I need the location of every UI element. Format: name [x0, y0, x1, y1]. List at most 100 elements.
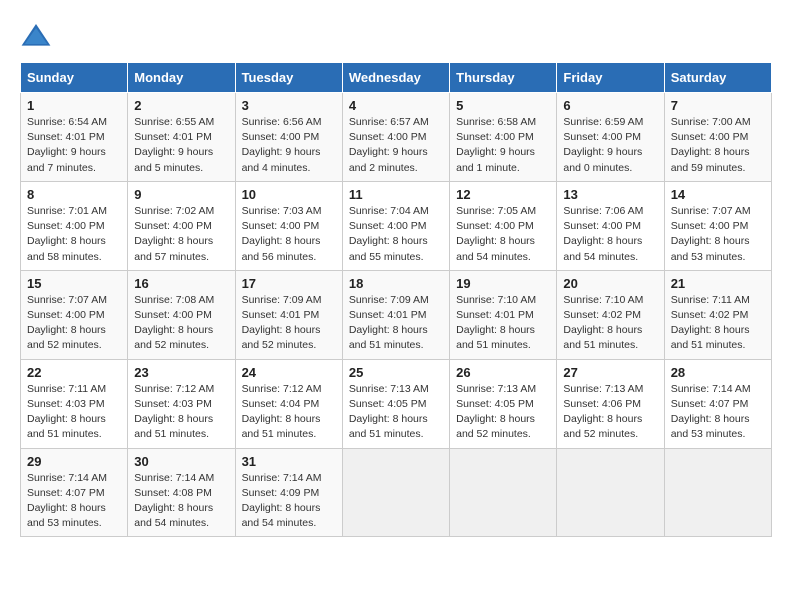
calendar-day-cell: 17 Sunrise: 7:09 AMSunset: 4:01 PMDaylig…	[235, 270, 342, 359]
calendar-day-cell: 24 Sunrise: 7:12 AMSunset: 4:04 PMDaylig…	[235, 359, 342, 448]
day-info: Sunrise: 7:14 AMSunset: 4:09 PMDaylight:…	[242, 471, 336, 532]
day-info: Sunrise: 6:59 AMSunset: 4:00 PMDaylight:…	[563, 115, 657, 176]
weekday-header: Thursday	[450, 63, 557, 93]
day-number: 14	[671, 187, 765, 202]
day-number: 6	[563, 98, 657, 113]
day-number: 11	[349, 187, 443, 202]
day-number: 26	[456, 365, 550, 380]
day-number: 21	[671, 276, 765, 291]
day-info: Sunrise: 7:06 AMSunset: 4:00 PMDaylight:…	[563, 204, 657, 265]
day-info: Sunrise: 7:13 AMSunset: 4:05 PMDaylight:…	[456, 382, 550, 443]
calendar-week-row: 22 Sunrise: 7:11 AMSunset: 4:03 PMDaylig…	[21, 359, 772, 448]
day-info: Sunrise: 7:11 AMSunset: 4:02 PMDaylight:…	[671, 293, 765, 354]
day-info: Sunrise: 7:04 AMSunset: 4:00 PMDaylight:…	[349, 204, 443, 265]
day-number: 24	[242, 365, 336, 380]
day-number: 28	[671, 365, 765, 380]
calendar-day-cell: 22 Sunrise: 7:11 AMSunset: 4:03 PMDaylig…	[21, 359, 128, 448]
calendar-week-row: 1 Sunrise: 6:54 AMSunset: 4:01 PMDayligh…	[21, 93, 772, 182]
calendar-day-cell: 25 Sunrise: 7:13 AMSunset: 4:05 PMDaylig…	[342, 359, 449, 448]
day-number: 13	[563, 187, 657, 202]
day-number: 27	[563, 365, 657, 380]
day-info: Sunrise: 7:11 AMSunset: 4:03 PMDaylight:…	[27, 382, 121, 443]
day-info: Sunrise: 7:14 AMSunset: 4:07 PMDaylight:…	[27, 471, 121, 532]
day-number: 31	[242, 454, 336, 469]
day-number: 25	[349, 365, 443, 380]
day-info: Sunrise: 7:07 AMSunset: 4:00 PMDaylight:…	[671, 204, 765, 265]
weekday-header: Monday	[128, 63, 235, 93]
day-number: 4	[349, 98, 443, 113]
day-info: Sunrise: 6:54 AMSunset: 4:01 PMDaylight:…	[27, 115, 121, 176]
day-info: Sunrise: 7:12 AMSunset: 4:04 PMDaylight:…	[242, 382, 336, 443]
calendar-day-cell: 20 Sunrise: 7:10 AMSunset: 4:02 PMDaylig…	[557, 270, 664, 359]
calendar-day-cell	[557, 448, 664, 537]
calendar-header-row: SundayMondayTuesdayWednesdayThursdayFrid…	[21, 63, 772, 93]
day-number: 8	[27, 187, 121, 202]
calendar-day-cell: 10 Sunrise: 7:03 AMSunset: 4:00 PMDaylig…	[235, 181, 342, 270]
calendar-day-cell: 19 Sunrise: 7:10 AMSunset: 4:01 PMDaylig…	[450, 270, 557, 359]
calendar-day-cell: 15 Sunrise: 7:07 AMSunset: 4:00 PMDaylig…	[21, 270, 128, 359]
day-info: Sunrise: 7:08 AMSunset: 4:00 PMDaylight:…	[134, 293, 228, 354]
calendar-day-cell: 11 Sunrise: 7:04 AMSunset: 4:00 PMDaylig…	[342, 181, 449, 270]
calendar-day-cell: 12 Sunrise: 7:05 AMSunset: 4:00 PMDaylig…	[450, 181, 557, 270]
day-info: Sunrise: 7:13 AMSunset: 4:05 PMDaylight:…	[349, 382, 443, 443]
day-info: Sunrise: 7:12 AMSunset: 4:03 PMDaylight:…	[134, 382, 228, 443]
calendar-day-cell: 13 Sunrise: 7:06 AMSunset: 4:00 PMDaylig…	[557, 181, 664, 270]
calendar-day-cell: 29 Sunrise: 7:14 AMSunset: 4:07 PMDaylig…	[21, 448, 128, 537]
weekday-header: Sunday	[21, 63, 128, 93]
day-info: Sunrise: 7:03 AMSunset: 4:00 PMDaylight:…	[242, 204, 336, 265]
calendar-day-cell: 18 Sunrise: 7:09 AMSunset: 4:01 PMDaylig…	[342, 270, 449, 359]
day-info: Sunrise: 7:14 AMSunset: 4:07 PMDaylight:…	[671, 382, 765, 443]
day-number: 15	[27, 276, 121, 291]
day-info: Sunrise: 6:55 AMSunset: 4:01 PMDaylight:…	[134, 115, 228, 176]
day-number: 30	[134, 454, 228, 469]
day-number: 12	[456, 187, 550, 202]
day-info: Sunrise: 6:57 AMSunset: 4:00 PMDaylight:…	[349, 115, 443, 176]
weekday-header: Saturday	[664, 63, 771, 93]
day-info: Sunrise: 7:09 AMSunset: 4:01 PMDaylight:…	[242, 293, 336, 354]
calendar-day-cell: 28 Sunrise: 7:14 AMSunset: 4:07 PMDaylig…	[664, 359, 771, 448]
calendar-week-row: 8 Sunrise: 7:01 AMSunset: 4:00 PMDayligh…	[21, 181, 772, 270]
day-number: 5	[456, 98, 550, 113]
day-info: Sunrise: 7:14 AMSunset: 4:08 PMDaylight:…	[134, 471, 228, 532]
day-number: 1	[27, 98, 121, 113]
day-info: Sunrise: 7:00 AMSunset: 4:00 PMDaylight:…	[671, 115, 765, 176]
calendar-day-cell: 9 Sunrise: 7:02 AMSunset: 4:00 PMDayligh…	[128, 181, 235, 270]
day-number: 3	[242, 98, 336, 113]
logo	[20, 20, 56, 52]
calendar-day-cell: 16 Sunrise: 7:08 AMSunset: 4:00 PMDaylig…	[128, 270, 235, 359]
calendar-day-cell: 30 Sunrise: 7:14 AMSunset: 4:08 PMDaylig…	[128, 448, 235, 537]
day-number: 20	[563, 276, 657, 291]
logo-icon	[20, 20, 52, 52]
day-number: 19	[456, 276, 550, 291]
calendar-day-cell: 7 Sunrise: 7:00 AMSunset: 4:00 PMDayligh…	[664, 93, 771, 182]
calendar-day-cell: 3 Sunrise: 6:56 AMSunset: 4:00 PMDayligh…	[235, 93, 342, 182]
weekday-header: Wednesday	[342, 63, 449, 93]
weekday-header: Tuesday	[235, 63, 342, 93]
day-info: Sunrise: 7:10 AMSunset: 4:02 PMDaylight:…	[563, 293, 657, 354]
day-number: 18	[349, 276, 443, 291]
calendar-table: SundayMondayTuesdayWednesdayThursdayFrid…	[20, 62, 772, 537]
calendar-day-cell: 31 Sunrise: 7:14 AMSunset: 4:09 PMDaylig…	[235, 448, 342, 537]
day-info: Sunrise: 7:02 AMSunset: 4:00 PMDaylight:…	[134, 204, 228, 265]
calendar-day-cell	[450, 448, 557, 537]
day-number: 10	[242, 187, 336, 202]
calendar-day-cell: 5 Sunrise: 6:58 AMSunset: 4:00 PMDayligh…	[450, 93, 557, 182]
day-info: Sunrise: 7:07 AMSunset: 4:00 PMDaylight:…	[27, 293, 121, 354]
weekday-header: Friday	[557, 63, 664, 93]
calendar-day-cell: 6 Sunrise: 6:59 AMSunset: 4:00 PMDayligh…	[557, 93, 664, 182]
calendar-day-cell: 21 Sunrise: 7:11 AMSunset: 4:02 PMDaylig…	[664, 270, 771, 359]
calendar-day-cell: 23 Sunrise: 7:12 AMSunset: 4:03 PMDaylig…	[128, 359, 235, 448]
calendar-day-cell	[664, 448, 771, 537]
calendar-day-cell: 2 Sunrise: 6:55 AMSunset: 4:01 PMDayligh…	[128, 93, 235, 182]
day-number: 17	[242, 276, 336, 291]
calendar-day-cell: 1 Sunrise: 6:54 AMSunset: 4:01 PMDayligh…	[21, 93, 128, 182]
day-number: 7	[671, 98, 765, 113]
calendar-day-cell: 8 Sunrise: 7:01 AMSunset: 4:00 PMDayligh…	[21, 181, 128, 270]
calendar-day-cell: 14 Sunrise: 7:07 AMSunset: 4:00 PMDaylig…	[664, 181, 771, 270]
day-number: 2	[134, 98, 228, 113]
day-number: 29	[27, 454, 121, 469]
calendar-week-row: 15 Sunrise: 7:07 AMSunset: 4:00 PMDaylig…	[21, 270, 772, 359]
day-info: Sunrise: 7:13 AMSunset: 4:06 PMDaylight:…	[563, 382, 657, 443]
day-number: 23	[134, 365, 228, 380]
calendar-day-cell: 27 Sunrise: 7:13 AMSunset: 4:06 PMDaylig…	[557, 359, 664, 448]
